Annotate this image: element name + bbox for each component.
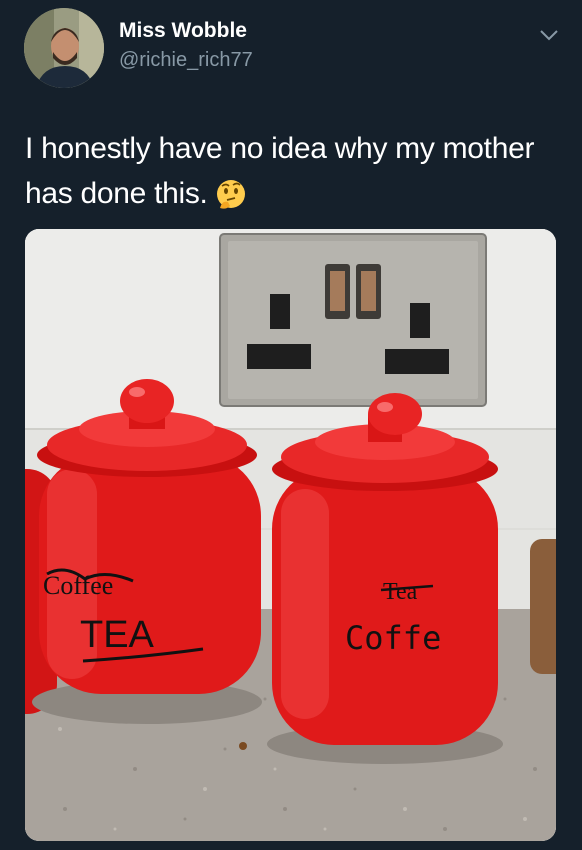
tweet-photo[interactable]: Coffee TEA Tea Coffe [25, 229, 556, 841]
left-jar: Coffee TEA [32, 379, 262, 724]
tweet-text: I honestly have no idea why my mother ha… [25, 126, 555, 216]
tweet-body: I honestly have no idea why my mother ha… [25, 132, 535, 210]
thinking-face-emoji-icon [216, 180, 245, 209]
right-jar-label: Coffe [345, 619, 441, 657]
chevron-down-icon[interactable] [538, 24, 560, 46]
left-jar-label: TEA [80, 614, 155, 656]
avatar-photo [24, 8, 104, 88]
right-jar: Tea Coffe [267, 393, 503, 764]
right-jar-crossed-label: Tea [383, 579, 418, 605]
author-name[interactable]: Miss Wobble [119, 19, 247, 43]
wall-socket [219, 233, 487, 407]
avatar[interactable] [24, 8, 104, 88]
author-handle[interactable]: @richie_rich77 [119, 49, 253, 72]
photo-canvas: Coffee TEA Tea Coffe [25, 229, 556, 841]
